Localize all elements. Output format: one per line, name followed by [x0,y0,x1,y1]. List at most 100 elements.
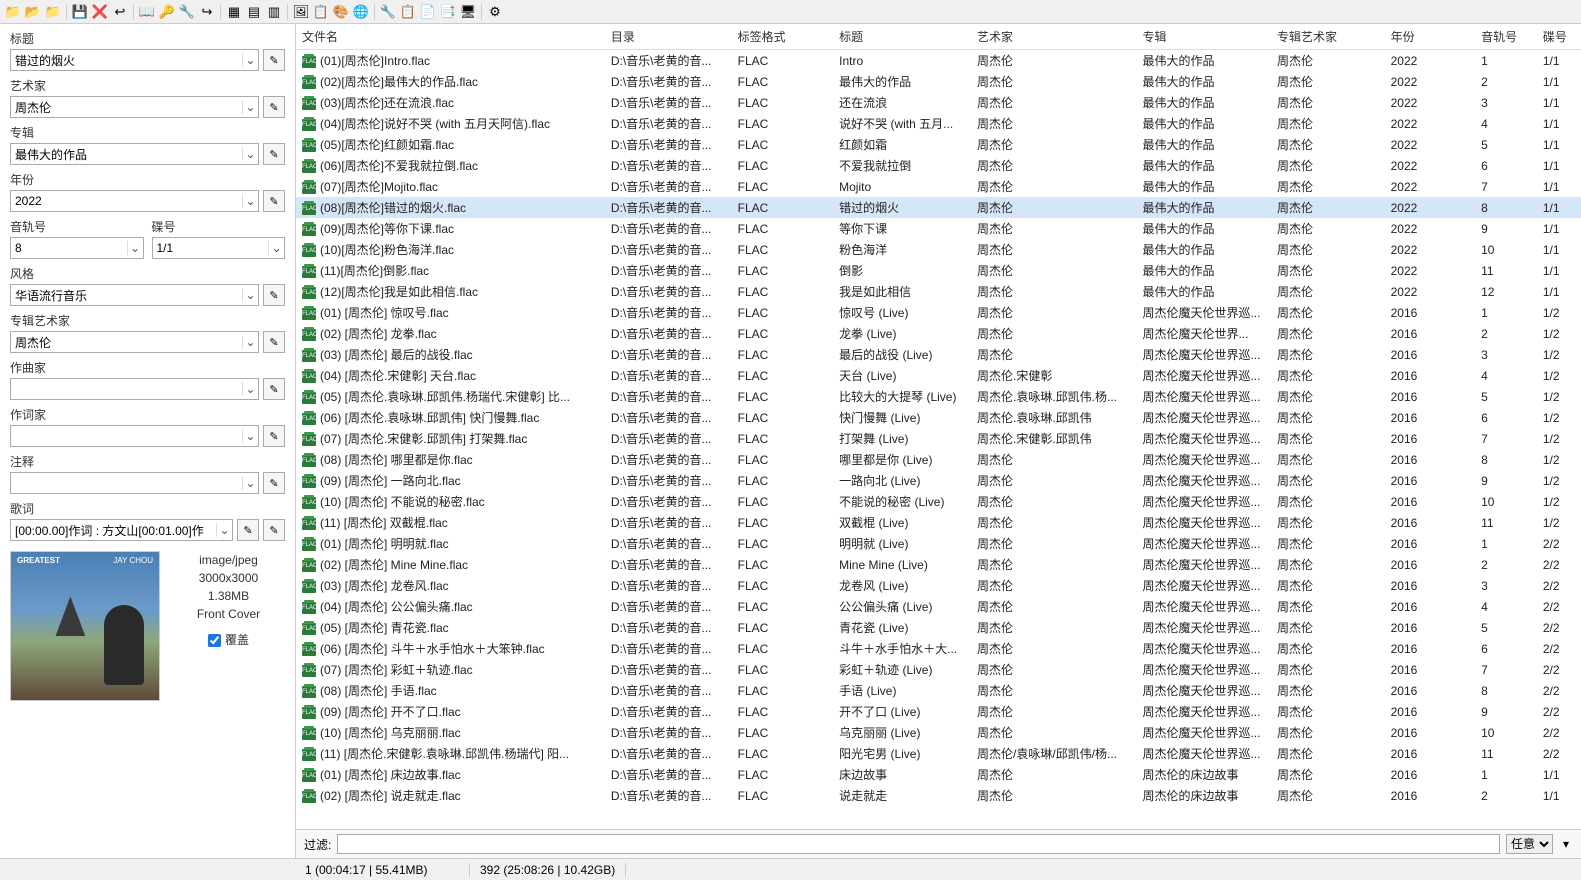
lyricist-input[interactable]: ⌄ [10,425,259,447]
chevron-down-icon[interactable]: ⌄ [242,53,258,67]
table-row[interactable]: FLAC(05) [周杰伦] 青花瓷.flacD:\音乐\老黄的音...FLAC… [296,617,1581,638]
toolbar-icon-3[interactable]: 💾 [71,3,89,21]
filter-input[interactable] [337,834,1500,854]
composer-edit-button[interactable]: ✎ [263,378,285,400]
chevron-down-icon[interactable]: ⌄ [242,335,258,349]
chevron-down-icon[interactable]: ⌄ [242,429,258,443]
album-edit-button[interactable]: ✎ [263,143,285,165]
lyrics-input[interactable]: [00:00.00]作词 : 方文山[00:01.00]作⌄ [10,519,233,541]
table-row[interactable]: FLAC(09) [周杰伦] 开不了口.flacD:\音乐\老黄的音...FLA… [296,701,1581,722]
table-row[interactable]: FLAC(10) [周杰伦] 不能说的秘密.flacD:\音乐\老黄的音...F… [296,491,1581,512]
table-row[interactable]: FLAC(08) [周杰伦] 手语.flacD:\音乐\老黄的音...FLAC手… [296,680,1581,701]
toolbar-icon-8[interactable]: 🔧 [178,3,196,21]
column-disc[interactable]: 碟号 [1537,24,1581,50]
table-row[interactable]: FLAC(03)[周杰伦]还在流浪.flacD:\音乐\老黄的音...FLAC还… [296,92,1581,113]
artist-input[interactable]: 周杰伦⌄ [10,96,259,118]
column-track[interactable]: 音轨号 [1475,24,1537,50]
table-row[interactable]: FLAC(12)[周杰伦]我是如此相信.flacD:\音乐\老黄的音...FLA… [296,281,1581,302]
table-row[interactable]: FLAC(05) [周杰伦.袁咏琳.邱凯伟.杨瑞代.宋健彰] 比...D:\音乐… [296,386,1581,407]
chevron-down-icon[interactable]: ⌄ [242,476,258,490]
toolbar-icon-18[interactable]: 📋 [399,3,417,21]
toolbar-icon-14[interactable]: 📋 [312,3,330,21]
column-album_artist[interactable]: 专辑艺术家 [1271,24,1385,50]
table-row[interactable]: FLAC(11) [周杰伦.宋健彰.袁咏琳.邱凯伟.杨瑞代] 阳...D:\音乐… [296,743,1581,764]
chevron-down-icon[interactable]: ⌄ [242,194,258,208]
toolbar-icon-5[interactable]: ↩ [111,3,129,21]
toolbar-icon-2[interactable]: 📁 [44,3,62,21]
album-artist-edit-button[interactable]: ✎ [263,331,285,353]
table-row[interactable]: FLAC(01) [周杰伦] 明明就.flacD:\音乐\老黄的音...FLAC… [296,533,1581,554]
table-row[interactable]: FLAC(10)[周杰伦]粉色海洋.flacD:\音乐\老黄的音...FLAC粉… [296,239,1581,260]
toolbar-icon-20[interactable]: 📑 [439,3,457,21]
table-row[interactable]: FLAC(02) [周杰伦] 说走就走.flacD:\音乐\老黄的音...FLA… [296,785,1581,806]
lyricist-edit-button[interactable]: ✎ [263,425,285,447]
toolbar-icon-16[interactable]: 🌐 [352,3,370,21]
lyrics-edit-button[interactable]: ✎ [263,519,285,541]
toolbar-icon-19[interactable]: 📄 [419,3,437,21]
table-row[interactable]: FLAC(11) [周杰伦] 双截棍.flacD:\音乐\老黄的音...FLAC… [296,512,1581,533]
table-row[interactable]: FLAC(04)[周杰伦]说好不哭 (with 五月天阿信).flacD:\音乐… [296,113,1581,134]
table-row[interactable]: FLAC(07)[周杰伦]Mojito.flacD:\音乐\老黄的音...FLA… [296,176,1581,197]
lyrics-expand-button[interactable]: ✎ [237,519,259,541]
album-cover[interactable]: GREATEST JAY CHOU [10,551,160,701]
column-album[interactable]: 专辑 [1136,24,1271,50]
toolbar-icon-1[interactable]: 📂 [24,3,42,21]
toolbar-icon-12[interactable]: ▥ [265,3,283,21]
table-row[interactable]: FLAC(06)[周杰伦]不爱我就拉倒.flacD:\音乐\老黄的音...FLA… [296,155,1581,176]
table-row[interactable]: FLAC(08)[周杰伦]错过的烟火.flacD:\音乐\老黄的音...FLAC… [296,197,1581,218]
toolbar-icon-10[interactable]: ▦ [225,3,243,21]
overwrite-checkbox[interactable] [208,634,221,647]
album-input[interactable]: 最伟大的作品⌄ [10,143,259,165]
table-row[interactable]: FLAC(06) [周杰伦] 斗牛＋水手怕水＋大笨钟.flacD:\音乐\老黄的… [296,638,1581,659]
chevron-down-icon[interactable]: ⌄ [127,241,143,255]
title-input[interactable]: 错过的烟火⌄ [10,49,259,71]
column-title[interactable]: 标题 [833,24,971,50]
table-row[interactable]: FLAC(07) [周杰伦] 彩虹＋轨迹.flacD:\音乐\老黄的音...FL… [296,659,1581,680]
toolbar-icon-11[interactable]: ▤ [245,3,263,21]
chevron-down-icon[interactable]: ⌄ [242,382,258,396]
table-row[interactable]: FLAC(05)[周杰伦]红颜如霜.flacD:\音乐\老黄的音...FLAC红… [296,134,1581,155]
table-row[interactable]: FLAC(02) [周杰伦] 龙拳.flacD:\音乐\老黄的音...FLAC龙… [296,323,1581,344]
table-row[interactable]: FLAC(01) [周杰伦] 惊叹号.flacD:\音乐\老黄的音...FLAC… [296,302,1581,323]
table-row[interactable]: FLAC(10) [周杰伦] 乌克丽丽.flacD:\音乐\老黄的音...FLA… [296,722,1581,743]
toolbar-icon-22[interactable]: ⚙ [486,3,504,21]
filter-scope[interactable]: 任意 [1506,834,1553,854]
album-artist-input[interactable]: 周杰伦⌄ [10,331,259,353]
year-edit-button[interactable]: ✎ [263,190,285,212]
genre-input[interactable]: 华语流行音乐⌄ [10,284,259,306]
column-year[interactable]: 年份 [1385,24,1475,50]
comment-input[interactable]: ⌄ [10,472,259,494]
table-row[interactable]: FLAC(07) [周杰伦.宋健彰.邱凯伟] 打架舞.flacD:\音乐\老黄的… [296,428,1581,449]
column-format[interactable]: 标签格式 [732,24,833,50]
year-input[interactable]: 2022⌄ [10,190,259,212]
toolbar-icon-0[interactable]: 📁 [4,3,22,21]
composer-input[interactable]: ⌄ [10,378,259,400]
track-input[interactable]: 8⌄ [10,237,144,259]
table-row[interactable]: FLAC(03) [周杰伦] 龙卷风.flacD:\音乐\老黄的音...FLAC… [296,575,1581,596]
artist-edit-button[interactable]: ✎ [263,96,285,118]
column-filename[interactable]: 文件名 [296,24,605,50]
filter-dropdown-icon[interactable]: ▾ [1559,837,1573,851]
table-row[interactable]: FLAC(08) [周杰伦] 哪里都是你.flacD:\音乐\老黄的音...FL… [296,449,1581,470]
toolbar-icon-17[interactable]: 🔧 [379,3,397,21]
disc-input[interactable]: 1/1⌄ [152,237,286,259]
toolbar-icon-15[interactable]: 🎨 [332,3,350,21]
table-row[interactable]: FLAC(01) [周杰伦] 床边故事.flacD:\音乐\老黄的音...FLA… [296,764,1581,785]
table-row[interactable]: FLAC(02)[周杰伦]最伟大的作品.flacD:\音乐\老黄的音...FLA… [296,71,1581,92]
table-row[interactable]: FLAC(04) [周杰伦.宋健彰] 天台.flacD:\音乐\老黄的音...F… [296,365,1581,386]
table-row[interactable]: FLAC(06) [周杰伦.袁咏琳.邱凯伟] 快门慢舞.flacD:\音乐\老黄… [296,407,1581,428]
toolbar-icon-7[interactable]: 🔑 [158,3,176,21]
column-artist[interactable]: 艺术家 [971,24,1136,50]
genre-edit-button[interactable]: ✎ [263,284,285,306]
chevron-down-icon[interactable]: ⌄ [242,100,258,114]
table-scroll[interactable]: 文件名目录标签格式标题艺术家专辑专辑艺术家年份音轨号碟号 FLAC(01)[周杰… [296,24,1581,829]
table-row[interactable]: FLAC(11)[周杰伦]倒影.flacD:\音乐\老黄的音...FLAC倒影周… [296,260,1581,281]
table-row[interactable]: FLAC(09) [周杰伦] 一路向北.flacD:\音乐\老黄的音...FLA… [296,470,1581,491]
table-row[interactable]: FLAC(09)[周杰伦]等你下课.flacD:\音乐\老黄的音...FLAC等… [296,218,1581,239]
toolbar-icon-6[interactable]: 📖 [138,3,156,21]
chevron-down-icon[interactable]: ⌄ [242,288,258,302]
table-row[interactable]: FLAC(02) [周杰伦] Mine Mine.flacD:\音乐\老黄的音.… [296,554,1581,575]
chevron-down-icon[interactable]: ⌄ [216,523,232,537]
table-row[interactable]: FLAC(01)[周杰伦]Intro.flacD:\音乐\老黄的音...FLAC… [296,50,1581,72]
column-dir[interactable]: 目录 [605,24,732,50]
